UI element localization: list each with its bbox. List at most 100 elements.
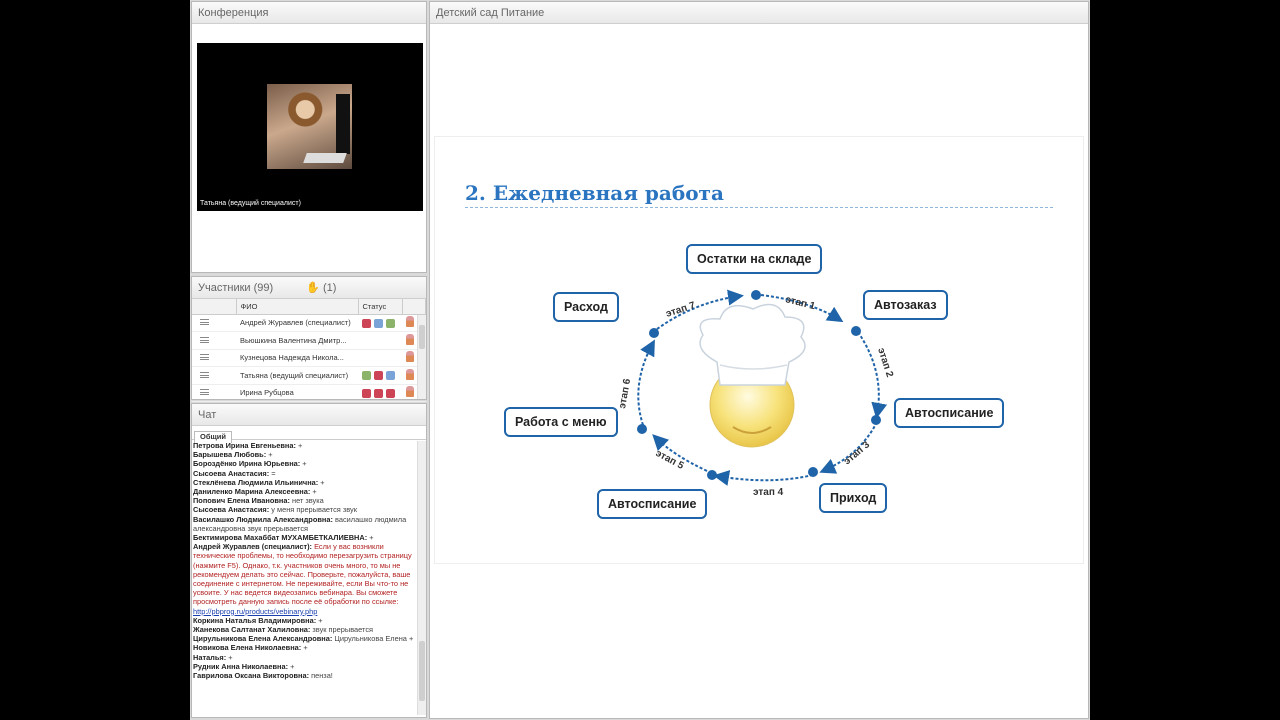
chat-message: Цирульникова Елена Александровна: Цируль… (193, 634, 416, 643)
camera-icon (374, 318, 383, 328)
node-dot (637, 424, 647, 434)
chat-text: + (320, 478, 324, 487)
presentation-panel: Детский сад Питание 2. Ежедневная работа (429, 1, 1089, 719)
chat-text-body: Цирульникова Елена + (334, 634, 414, 644)
webinar-app: Конференция Татьяна (ведущий специалист)… (190, 0, 1090, 720)
node-warehouse-stock: Остатки на складе (686, 244, 823, 274)
status-column-header[interactable]: Статус (358, 299, 403, 315)
participant-row[interactable]: Андрей Журавлев (специалист) (192, 314, 426, 332)
chat-message: Стеклёнева Людмила Ильинична: + (193, 478, 416, 487)
participant-name: Вьюшкина Валентина Дмитр... (236, 331, 358, 350)
chat-text-body: пенза! (311, 671, 333, 681)
video-stream[interactable]: Татьяна (ведущий специалист) (197, 43, 423, 211)
chat-message: Жанекова Салтанат Халиловна: звук прерыв… (193, 625, 416, 634)
chat-text-body: + (228, 652, 233, 662)
chat-message: Андрей Журавлев (специалист): Если у вас… (193, 542, 416, 616)
chat-author: Коркина Наталья Владимировна: (193, 615, 317, 625)
chat-text: + (268, 450, 272, 459)
chat-title: Чат (192, 404, 426, 426)
stage-label-7: этап 7 (665, 300, 698, 320)
chat-message: Даниленко Марина Алексеевна: + (193, 487, 416, 496)
chat-text: + (298, 441, 302, 450)
chat-text-body: + (298, 441, 303, 450)
raised-hands-count: (1) (323, 282, 337, 294)
participant-name: Татьяна (ведущий специалист) (236, 366, 358, 385)
presenter-video-image (267, 84, 352, 169)
chat-panel: Чат Общий Петрова Ирина Евгеньевна: + Бар… (191, 403, 427, 718)
chat-text: Цирульникова Елена + (334, 634, 413, 643)
chat-scroll-thumb[interactable] (419, 641, 425, 701)
participants-scroll-thumb[interactable] (419, 325, 425, 349)
node-expense: Расход (553, 292, 619, 322)
user-avatar-icon (406, 351, 414, 363)
chat-text-body: звук прерывается (312, 625, 374, 635)
conference-panel: Конференция Татьяна (ведущий специалист) (191, 1, 427, 273)
chat-text: + (312, 487, 316, 496)
chat-text: + (318, 616, 322, 625)
user-avatar-icon (406, 368, 414, 380)
chat-text-body: + (318, 615, 323, 625)
chat-text: Если у вас возникли технические проблемы… (193, 542, 412, 615)
chat-author: Василашко Людмила Александровна: (193, 514, 333, 524)
participant-name: Андрей Журавлев (специалист) (236, 314, 358, 332)
row-menu-icon[interactable] (200, 371, 209, 378)
chat-link[interactable]: http://pbprog.ru/products/vebinary.php (193, 607, 317, 616)
chat-text: + (302, 459, 306, 468)
node-dot (649, 328, 659, 338)
chat-text: + (228, 653, 232, 662)
participant-row[interactable]: Татьяна (ведущий специалист) (192, 366, 426, 385)
chat-author: Бороздёнко Ирина Юрьевна: (193, 459, 301, 469)
chat-text-body: нет звука (292, 496, 324, 506)
row-menu-icon[interactable] (200, 354, 209, 361)
chat-author: Стеклёнева Людмила Ильинична: (193, 477, 319, 487)
participant-row[interactable]: Ирина Рубцова (192, 384, 426, 402)
chat-text-body: Если у вас возникли технические проблемы… (193, 542, 412, 607)
arrow-stage-6 (637, 339, 655, 426)
chat-author: Наталья: (193, 652, 227, 662)
conference-title: Конференция (192, 2, 426, 24)
chat-scrollbar[interactable] (417, 441, 426, 715)
mic-icon (362, 371, 371, 380)
chat-text-body: + (312, 487, 317, 497)
node-receipt: Приход (819, 483, 888, 513)
chat-text: + (369, 533, 373, 542)
participant-name: Ирина Рубцова (236, 384, 358, 402)
participant-status (358, 384, 402, 402)
row-menu-icon[interactable] (200, 389, 209, 396)
node-dot (751, 290, 761, 300)
chat-text-body: + (320, 477, 325, 487)
user-avatar-icon (406, 333, 414, 345)
chat-message: Гаврилова Оксана Викторовна: пенза! (193, 671, 416, 680)
chat-message: Василашко Людмила Александровна: василаш… (193, 515, 416, 533)
stage-label-3: этап 3 (842, 439, 873, 467)
node-autoorder: Автозаказ (863, 290, 948, 320)
chat-text-body: + (302, 459, 307, 469)
participant-row[interactable]: Вьюшкина Валентина Дмитр... (192, 331, 426, 350)
chef-mascot-icon (699, 303, 806, 448)
chat-author: Петрова Ирина Евгеньевна: (193, 441, 296, 450)
chat-text-body: + (369, 533, 374, 543)
row-menu-icon[interactable] (200, 336, 209, 343)
chat-author: Даниленко Марина Алексеевна: (193, 487, 311, 497)
arrow-stage-2 (857, 331, 888, 419)
stage-label-1: этап 1 (784, 294, 816, 312)
stage-label-4: этап 4 (753, 487, 784, 498)
raised-hand-icon[interactable]: ✋ (306, 282, 320, 294)
presentation-title: Детский сад Питание (430, 2, 1088, 24)
video-label: Татьяна (ведущий специалист) (200, 200, 301, 207)
participants-table: ФИО Статус Андрей Журавлев (специалист) … (192, 299, 426, 402)
row-menu-icon[interactable] (200, 319, 209, 326)
mic-icon (362, 318, 371, 328)
screen-icon (386, 318, 395, 328)
avatar-column-header (402, 299, 426, 315)
name-column-header[interactable]: ФИО (236, 299, 359, 315)
screen-icon (386, 388, 395, 398)
chat-message: Рудник Анна Николаевна: + (193, 662, 416, 671)
slide: 2. Ежедневная работа этап 1 этап 2 этап … (434, 136, 1084, 564)
stage-label-2: этап 2 (875, 347, 895, 380)
chat-author: Барышева Любовь: (193, 450, 267, 460)
participant-row[interactable]: Кузнецова Надежда Никола... (192, 349, 426, 367)
participants-scrollbar[interactable] (417, 315, 426, 399)
chat-text-body: + (268, 450, 273, 460)
monitor-shape (336, 94, 350, 154)
